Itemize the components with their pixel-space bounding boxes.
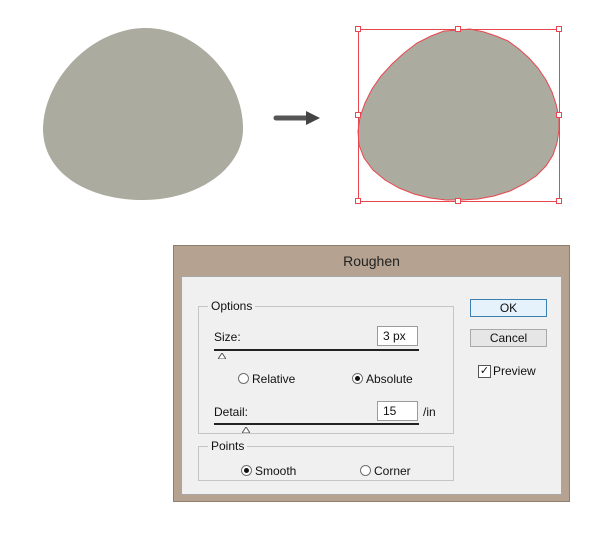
handle-bottom-left[interactable] bbox=[355, 198, 361, 204]
detail-input[interactable]: 15 bbox=[377, 401, 418, 421]
handle-top-right[interactable] bbox=[556, 26, 562, 32]
handle-top-left[interactable] bbox=[355, 26, 361, 32]
options-legend: Options bbox=[211, 299, 253, 313]
relative-label: Relative bbox=[252, 372, 296, 386]
dialog-body: Options Size: 3 px Relative Absolute Det… bbox=[181, 276, 562, 495]
points-group: Points Smooth Corner bbox=[198, 439, 454, 481]
corner-label: Corner bbox=[374, 464, 411, 478]
size-slider-thumb[interactable] bbox=[218, 353, 226, 359]
ok-button[interactable]: OK bbox=[470, 299, 547, 317]
original-shape bbox=[43, 27, 244, 201]
cancel-button[interactable]: Cancel bbox=[470, 329, 547, 347]
points-legend: Points bbox=[211, 439, 245, 453]
dialog-title: Roughen bbox=[343, 253, 400, 269]
preview-checkbox[interactable]: ✓ bbox=[478, 365, 491, 378]
checkmark-icon: ✓ bbox=[479, 365, 490, 377]
arrow-icon bbox=[273, 111, 320, 125]
handle-middle-right[interactable] bbox=[556, 112, 562, 118]
size-slider-track[interactable] bbox=[214, 349, 419, 351]
detail-slider-thumb[interactable] bbox=[242, 427, 250, 433]
smooth-label: Smooth bbox=[255, 464, 297, 478]
preview-label: Preview bbox=[493, 364, 536, 378]
handle-middle-left[interactable] bbox=[355, 112, 361, 118]
artwork-canvas bbox=[43, 26, 562, 204]
size-input[interactable]: 3 px bbox=[377, 326, 418, 346]
absolute-label: Absolute bbox=[366, 372, 413, 386]
relative-radio[interactable] bbox=[238, 373, 249, 384]
corner-radio[interactable] bbox=[360, 465, 371, 476]
handle-bottom-right[interactable] bbox=[556, 198, 562, 204]
handle-top-center[interactable] bbox=[455, 26, 461, 32]
roughen-dialog: Roughen Options Size: 3 px Relative Abso… bbox=[173, 245, 570, 502]
options-group: Options Size: 3 px Relative Absolute Det… bbox=[198, 299, 454, 434]
handle-bottom-center[interactable] bbox=[455, 198, 461, 204]
detail-slider-track[interactable] bbox=[214, 423, 419, 425]
size-label: Size: bbox=[214, 330, 241, 344]
absolute-radio[interactable] bbox=[352, 373, 363, 384]
smooth-radio[interactable] bbox=[241, 465, 252, 476]
detail-label: Detail: bbox=[214, 405, 249, 419]
roughened-shape[interactable] bbox=[357, 28, 560, 201]
detail-unit: /in bbox=[423, 405, 436, 419]
